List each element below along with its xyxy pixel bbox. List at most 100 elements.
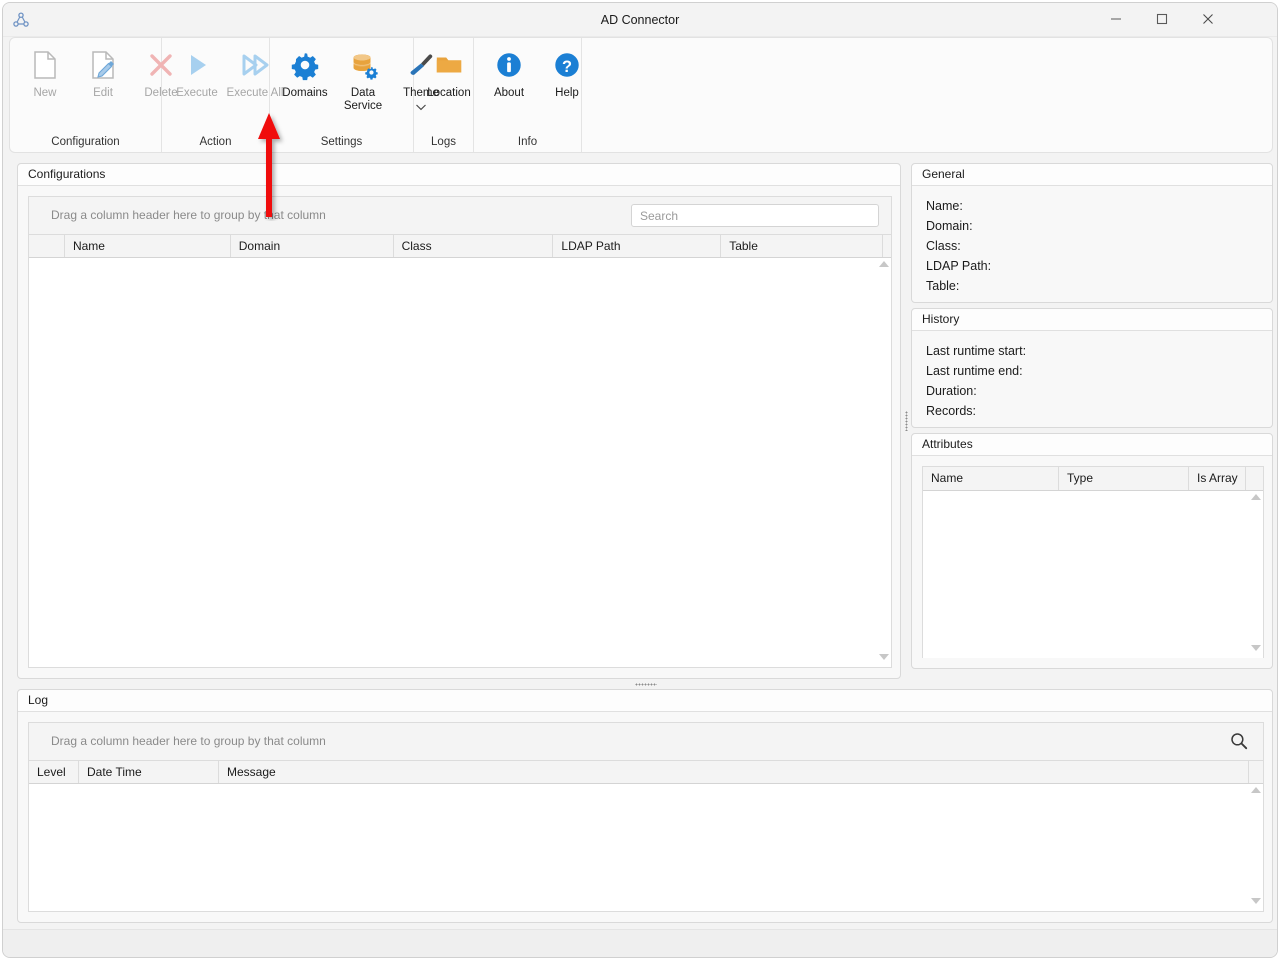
help-label: Help [555,87,579,99]
column-header-indicator[interactable] [29,235,65,257]
general-field-class: Class: [926,239,961,253]
history-title: History [912,309,1272,331]
general-group: General Name: Domain: Class: LDAP Path: … [911,163,1273,303]
edit-pencil-icon [88,46,118,84]
column-header-domain[interactable]: Domain [231,235,394,257]
history-field-last-runtime-start: Last runtime start: [926,344,1027,358]
configurations-group-hint: Drag a column header here to group by th… [51,208,326,222]
data-service-label: Data Service [343,87,383,112]
domains-label: Domains [282,87,328,99]
attributes-grid-body [923,491,1263,658]
scroll-up-icon[interactable] [1251,494,1261,504]
splitter-grip [905,411,908,431]
play-all-icon [240,46,270,84]
play-icon [182,46,212,84]
history-fields: Last runtime start: Last runtime end: Du… [912,331,1272,427]
edit-button[interactable]: Edit [74,42,132,100]
attributes-column-header-filler [1246,467,1263,490]
data-service-button[interactable]: Data Service [334,42,392,113]
configurations-vertical-scrollbar[interactable] [877,258,891,667]
location-button[interactable]: Location [420,42,478,100]
maximize-button[interactable] [1139,3,1185,35]
history-group: History Last runtime start: Last runtime… [911,308,1273,428]
log-column-header-message[interactable]: Message [219,761,1249,783]
history-field-records: Records: [926,404,977,418]
configurations-grid-toolbar: Drag a column header here to group by th… [29,197,891,234]
execute-button[interactable]: Execute [168,42,226,100]
scroll-up-icon[interactable] [879,261,889,271]
history-field-duration: Duration: [926,384,977,398]
log-grid-toolbar: Drag a column header here to group by th… [29,723,1263,760]
new-document-icon [30,46,60,84]
attributes-group: Attributes Name Type Is Array [911,433,1273,669]
search-input[interactable] [631,204,879,227]
attributes-title: Attributes [912,434,1272,456]
window-title: AD Connector [600,13,680,27]
general-field-ldap-path: LDAP Path: [926,259,992,273]
folder-icon [434,46,464,84]
minimize-button[interactable] [1093,3,1139,35]
ribbon-group-title-settings: Settings [320,136,363,148]
ribbon-group-info: About ? Help Info [474,38,582,152]
splitter-grip [635,683,657,686]
info-icon [494,46,524,84]
general-fields: Name: Domain: Class: LDAP Path: Table: [912,186,1272,302]
column-header-name[interactable]: Name [65,235,231,257]
attributes-column-header-is-array[interactable]: Is Array [1189,467,1246,490]
history-field-last-runtime-end: Last runtime end: [926,364,1023,378]
log-column-header-date-time[interactable]: Date Time [79,761,219,783]
details-panel: General Name: Domain: Class: LDAP Path: … [911,163,1273,679]
scroll-down-icon[interactable] [1251,898,1261,908]
column-header-table[interactable]: Table [721,235,883,257]
svg-text:?: ? [562,58,572,76]
status-bar [3,929,1277,957]
ribbon-group-title-action: Action [199,136,232,148]
attributes-column-header-type[interactable]: Type [1059,467,1189,490]
scroll-down-icon[interactable] [1251,645,1261,655]
ribbon-group-logs: Location Logs [414,38,474,152]
ribbon-group-action: Execute Execute All Action [162,38,283,152]
scroll-down-icon[interactable] [879,654,889,664]
log-column-header-filler [1249,761,1263,783]
application-window: AD Connector New Edit Delete Configurati… [2,2,1278,958]
log-column-header-level[interactable]: Level [29,761,79,783]
execute-label: Execute [176,87,218,99]
ribbon-toolbar: New Edit Delete Configuration Execute Ex… [9,37,1273,153]
column-header-filler [883,235,891,257]
new-label: New [33,87,57,99]
about-button[interactable]: About [480,42,538,100]
ribbon-group-title-configuration: Configuration [51,136,120,148]
attributes-vertical-scrollbar[interactable] [1249,491,1263,658]
log-title: Log [18,690,1272,712]
configurations-grid-body [29,258,891,667]
new-button[interactable]: New [16,42,74,100]
log-grid-body [29,784,1263,911]
column-header-class[interactable]: Class [394,235,554,257]
domains-button[interactable]: Domains [276,42,334,100]
attributes-column-header-name[interactable]: Name [923,467,1059,490]
edit-label: Edit [93,87,113,99]
log-vertical-scrollbar[interactable] [1249,784,1263,911]
ribbon-group-title-info: Info [517,136,538,148]
location-label: Location [427,87,471,99]
title-bar: AD Connector [3,3,1277,37]
attributes-column-headers: Name Type Is Array [923,467,1263,491]
help-button[interactable]: ? Help [538,42,596,100]
ribbon-group-title-logs: Logs [431,136,456,148]
configurations-column-headers: Name Domain Class LDAP Path Table [29,234,891,258]
log-panel: Log Drag a column header here to group b… [17,689,1273,923]
column-header-ldap-path[interactable]: LDAP Path [553,235,722,257]
configurations-title: Configurations [18,164,900,186]
ribbon-group-settings: Domains Data Service Theme Settings [270,38,439,152]
general-title: General [912,164,1272,186]
log-group-hint: Drag a column header here to group by th… [51,734,326,748]
close-button[interactable] [1185,3,1231,35]
gear-icon [290,46,320,84]
log-column-headers: Level Date Time Message [29,760,1263,784]
vertical-splitter[interactable] [902,163,911,679]
scroll-up-icon[interactable] [1251,787,1261,797]
ribbon-group-configuration: New Edit Delete Configuration [10,38,178,152]
database-gear-icon [348,46,378,84]
horizontal-splitter[interactable] [17,679,1273,689]
search-icon[interactable] [1229,731,1249,751]
